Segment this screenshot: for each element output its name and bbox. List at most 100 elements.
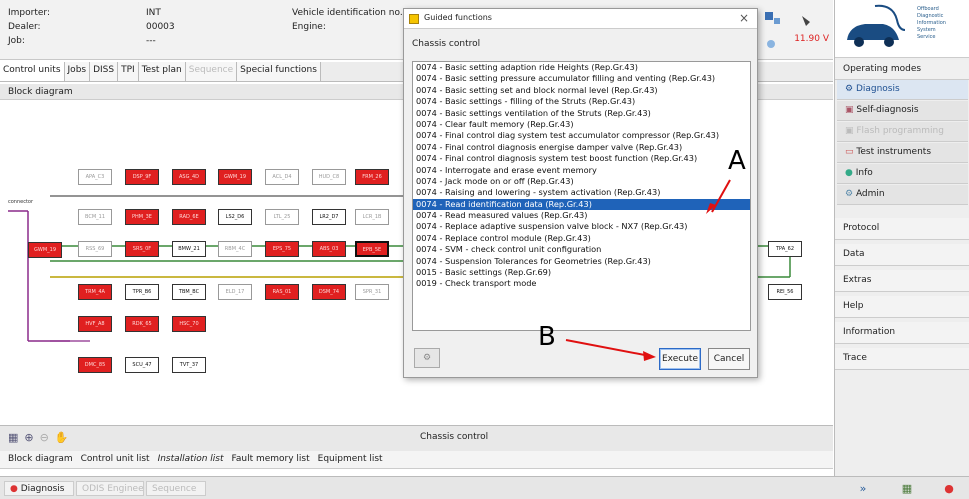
list-item[interactable]: 0074 - Suspension Tolerances for Geometr… (413, 256, 750, 267)
control-unit-node[interactable]: TVT_37 (172, 357, 206, 373)
forward-button[interactable]: » (852, 481, 874, 496)
sidebar-item-info[interactable]: ● Info (837, 164, 968, 184)
control-unit-node[interactable]: TRM_4A (78, 284, 112, 300)
view-tabs: Block diagram Control unit list Installa… (0, 451, 833, 469)
hand-icon[interactable]: ✋ (55, 431, 69, 444)
tab-control-unit-list[interactable]: Control unit list (79, 451, 152, 468)
control-unit-node[interactable]: RSS_69 (78, 241, 112, 257)
control-unit-node[interactable]: LR2_D7 (312, 209, 346, 225)
close-icon[interactable]: × (739, 11, 749, 25)
control-unit-node[interactable]: LTL_25 (265, 209, 299, 225)
list-item[interactable]: 0074 - Basic setting set and block norma… (413, 85, 750, 96)
list-item[interactable]: 0019 - Check transport mode (413, 278, 750, 289)
sidebar-group-information[interactable]: Information (835, 322, 969, 344)
dialog-option-icon[interactable]: ⚙ (414, 348, 440, 368)
control-unit-node[interactable]: RBM_4C (218, 241, 252, 257)
header-labels: Importer: Dealer: Job: (8, 6, 50, 48)
control-unit-node[interactable]: TPR_B6 (125, 284, 159, 300)
control-unit-node[interactable]: FRM_26 (355, 169, 389, 185)
cancel-button[interactable]: Cancel (708, 348, 750, 370)
tab-tpi[interactable]: TPI (118, 62, 139, 81)
control-unit-node[interactable]: DSP_9F (125, 169, 159, 185)
job-value: --- (146, 36, 156, 46)
control-unit-node[interactable]: BMW_21 (172, 241, 206, 257)
list-item[interactable]: 0074 - Read measured values (Rep.Gr.43) (413, 210, 750, 221)
control-unit-node[interactable]: LCR_1B (355, 209, 389, 225)
control-unit-node[interactable]: BCM_11 (78, 209, 112, 225)
status-bar: ● Diagnosis ODIS Engineering Sequence » … (0, 476, 969, 499)
tab-fault-memory-list[interactable]: Fault memory list (230, 451, 312, 468)
control-unit-node[interactable]: GWM_19 (218, 169, 252, 185)
exit-icon[interactable]: ● (938, 481, 960, 496)
list-item[interactable]: 0074 - Basic settings ventilation of the… (413, 108, 750, 119)
control-unit-node[interactable]: EPS_75 (265, 241, 299, 257)
function-list[interactable]: 0074 - Basic setting adaption ride Heigh… (412, 61, 751, 331)
status-diagnosis[interactable]: ● Diagnosis (4, 481, 74, 496)
control-unit-node[interactable]: RDK_65 (125, 316, 159, 332)
sidebar-group-trace[interactable]: Trace (835, 348, 969, 370)
list-item[interactable]: 0074 - Replace adaptive suspension valve… (413, 221, 750, 232)
control-unit-node[interactable]: TPA_62 (768, 241, 802, 257)
tab-block-diagram[interactable]: Block diagram (6, 451, 75, 468)
sidebar-group-extras[interactable]: Extras (835, 270, 969, 292)
control-unit-node[interactable]: HSC_70 (172, 316, 206, 332)
tab-control-units[interactable]: Control units (0, 62, 65, 81)
control-unit-node[interactable]: RAD_6E (172, 209, 206, 225)
tab-equipment-list[interactable]: Equipment list (316, 451, 385, 468)
list-item[interactable]: 0074 - SVM - check control unit configur… (413, 244, 750, 255)
list-item[interactable]: 0074 - Interrogate and erase event memor… (413, 165, 750, 176)
sidebar-item-self-diagnosis[interactable]: ▣ Self-diagnosis (837, 101, 968, 121)
dealer-value: 00003 (146, 22, 175, 32)
control-unit-node[interactable]: PHM_3E (125, 209, 159, 225)
tab-jobs[interactable]: Jobs (64, 62, 91, 81)
sidebar-group-protocol[interactable]: Protocol (835, 218, 969, 240)
control-unit-node[interactable]: DMC_85 (78, 357, 112, 373)
control-unit-node[interactable]: APA_C3 (78, 169, 112, 185)
control-unit-node[interactable]: RAS_01 (265, 284, 299, 300)
list-item[interactable]: 0074 - Basic settings - filling of the S… (413, 96, 750, 107)
list-item[interactable]: 0074 - Jack mode on or off (Rep.Gr.43) (413, 176, 750, 187)
tab-installation-list[interactable]: Installation list (156, 451, 226, 468)
list-item[interactable]: 0074 - Raising and lowering - system act… (413, 187, 750, 198)
tab-diss[interactable]: DISS (90, 62, 119, 81)
diagnosis-icon: ⚙ (845, 84, 856, 94)
control-unit-node[interactable]: LS2_D6 (218, 209, 252, 225)
list-item[interactable]: 0074 - Basic setting pressure accumulato… (413, 73, 750, 84)
sidebar-group-data[interactable]: Data (835, 244, 969, 266)
sidebar-item-admin[interactable]: ⚙ Admin (837, 185, 968, 205)
selected-control-unit-node[interactable]: EPB_5E (355, 241, 389, 257)
control-unit-node[interactable]: ABS_03 (312, 241, 346, 257)
control-unit-node[interactable]: REI_56 (768, 284, 802, 300)
control-unit-node[interactable]: SRS_0F (125, 241, 159, 257)
sidebar-item-test-instruments[interactable]: ▭ Test instruments (837, 143, 968, 163)
list-item[interactable]: 0074 - Basic setting adaption ride Heigh… (413, 62, 750, 73)
list-item[interactable]: 0074 - Final control diagnosis energise … (413, 142, 750, 153)
execute-button[interactable]: Execute (659, 348, 701, 370)
control-unit-node[interactable]: ACL_D4 (265, 169, 299, 185)
selected-list-item[interactable]: 0074 - Read identification data (Rep.Gr.… (413, 198, 750, 211)
gateway-node[interactable]: GWM_19 (28, 242, 62, 258)
control-unit-node[interactable]: SCU_47 (125, 357, 159, 373)
sidebar-group-help[interactable]: Help (835, 296, 969, 318)
fit-icon[interactable]: ▦ (8, 431, 18, 444)
control-unit-node[interactable]: SPR_31 (355, 284, 389, 300)
flash-icon: ▣ (845, 126, 857, 136)
footer-chassis-label: Chassis control (420, 432, 489, 442)
control-unit-node[interactable]: TBM_BC (172, 284, 206, 300)
sidebar-item-diagnosis[interactable]: ⚙ Diagnosis (837, 80, 968, 100)
zoom-out-icon[interactable]: ⊖ (40, 431, 49, 444)
control-unit-node[interactable]: HUD_C8 (312, 169, 346, 185)
control-unit-node[interactable]: DSM_74 (312, 284, 346, 300)
list-item[interactable]: 0015 - Basic settings (Rep.Gr.69) (413, 267, 750, 278)
tab-test-plan[interactable]: Test plan (138, 62, 186, 81)
control-unit-node[interactable]: ELD_17 (218, 284, 252, 300)
control-unit-node[interactable]: HVF_A8 (78, 316, 112, 332)
list-item[interactable]: 0074 - Final control diag system test ac… (413, 130, 750, 141)
list-item[interactable]: 0074 - Clear fault memory (Rep.Gr.43) (413, 119, 750, 130)
list-item[interactable]: 0074 - Replace control module (Rep.Gr.43… (413, 233, 750, 244)
control-unit-node[interactable]: ASG_4D (172, 169, 206, 185)
list-item[interactable]: 0074 - Final control diagnosis system te… (413, 153, 750, 164)
zoom-in-icon[interactable]: ⊕ (24, 431, 33, 444)
calendar-icon[interactable]: ▦ (896, 481, 918, 496)
tab-special-functions[interactable]: Special functions (237, 62, 321, 81)
